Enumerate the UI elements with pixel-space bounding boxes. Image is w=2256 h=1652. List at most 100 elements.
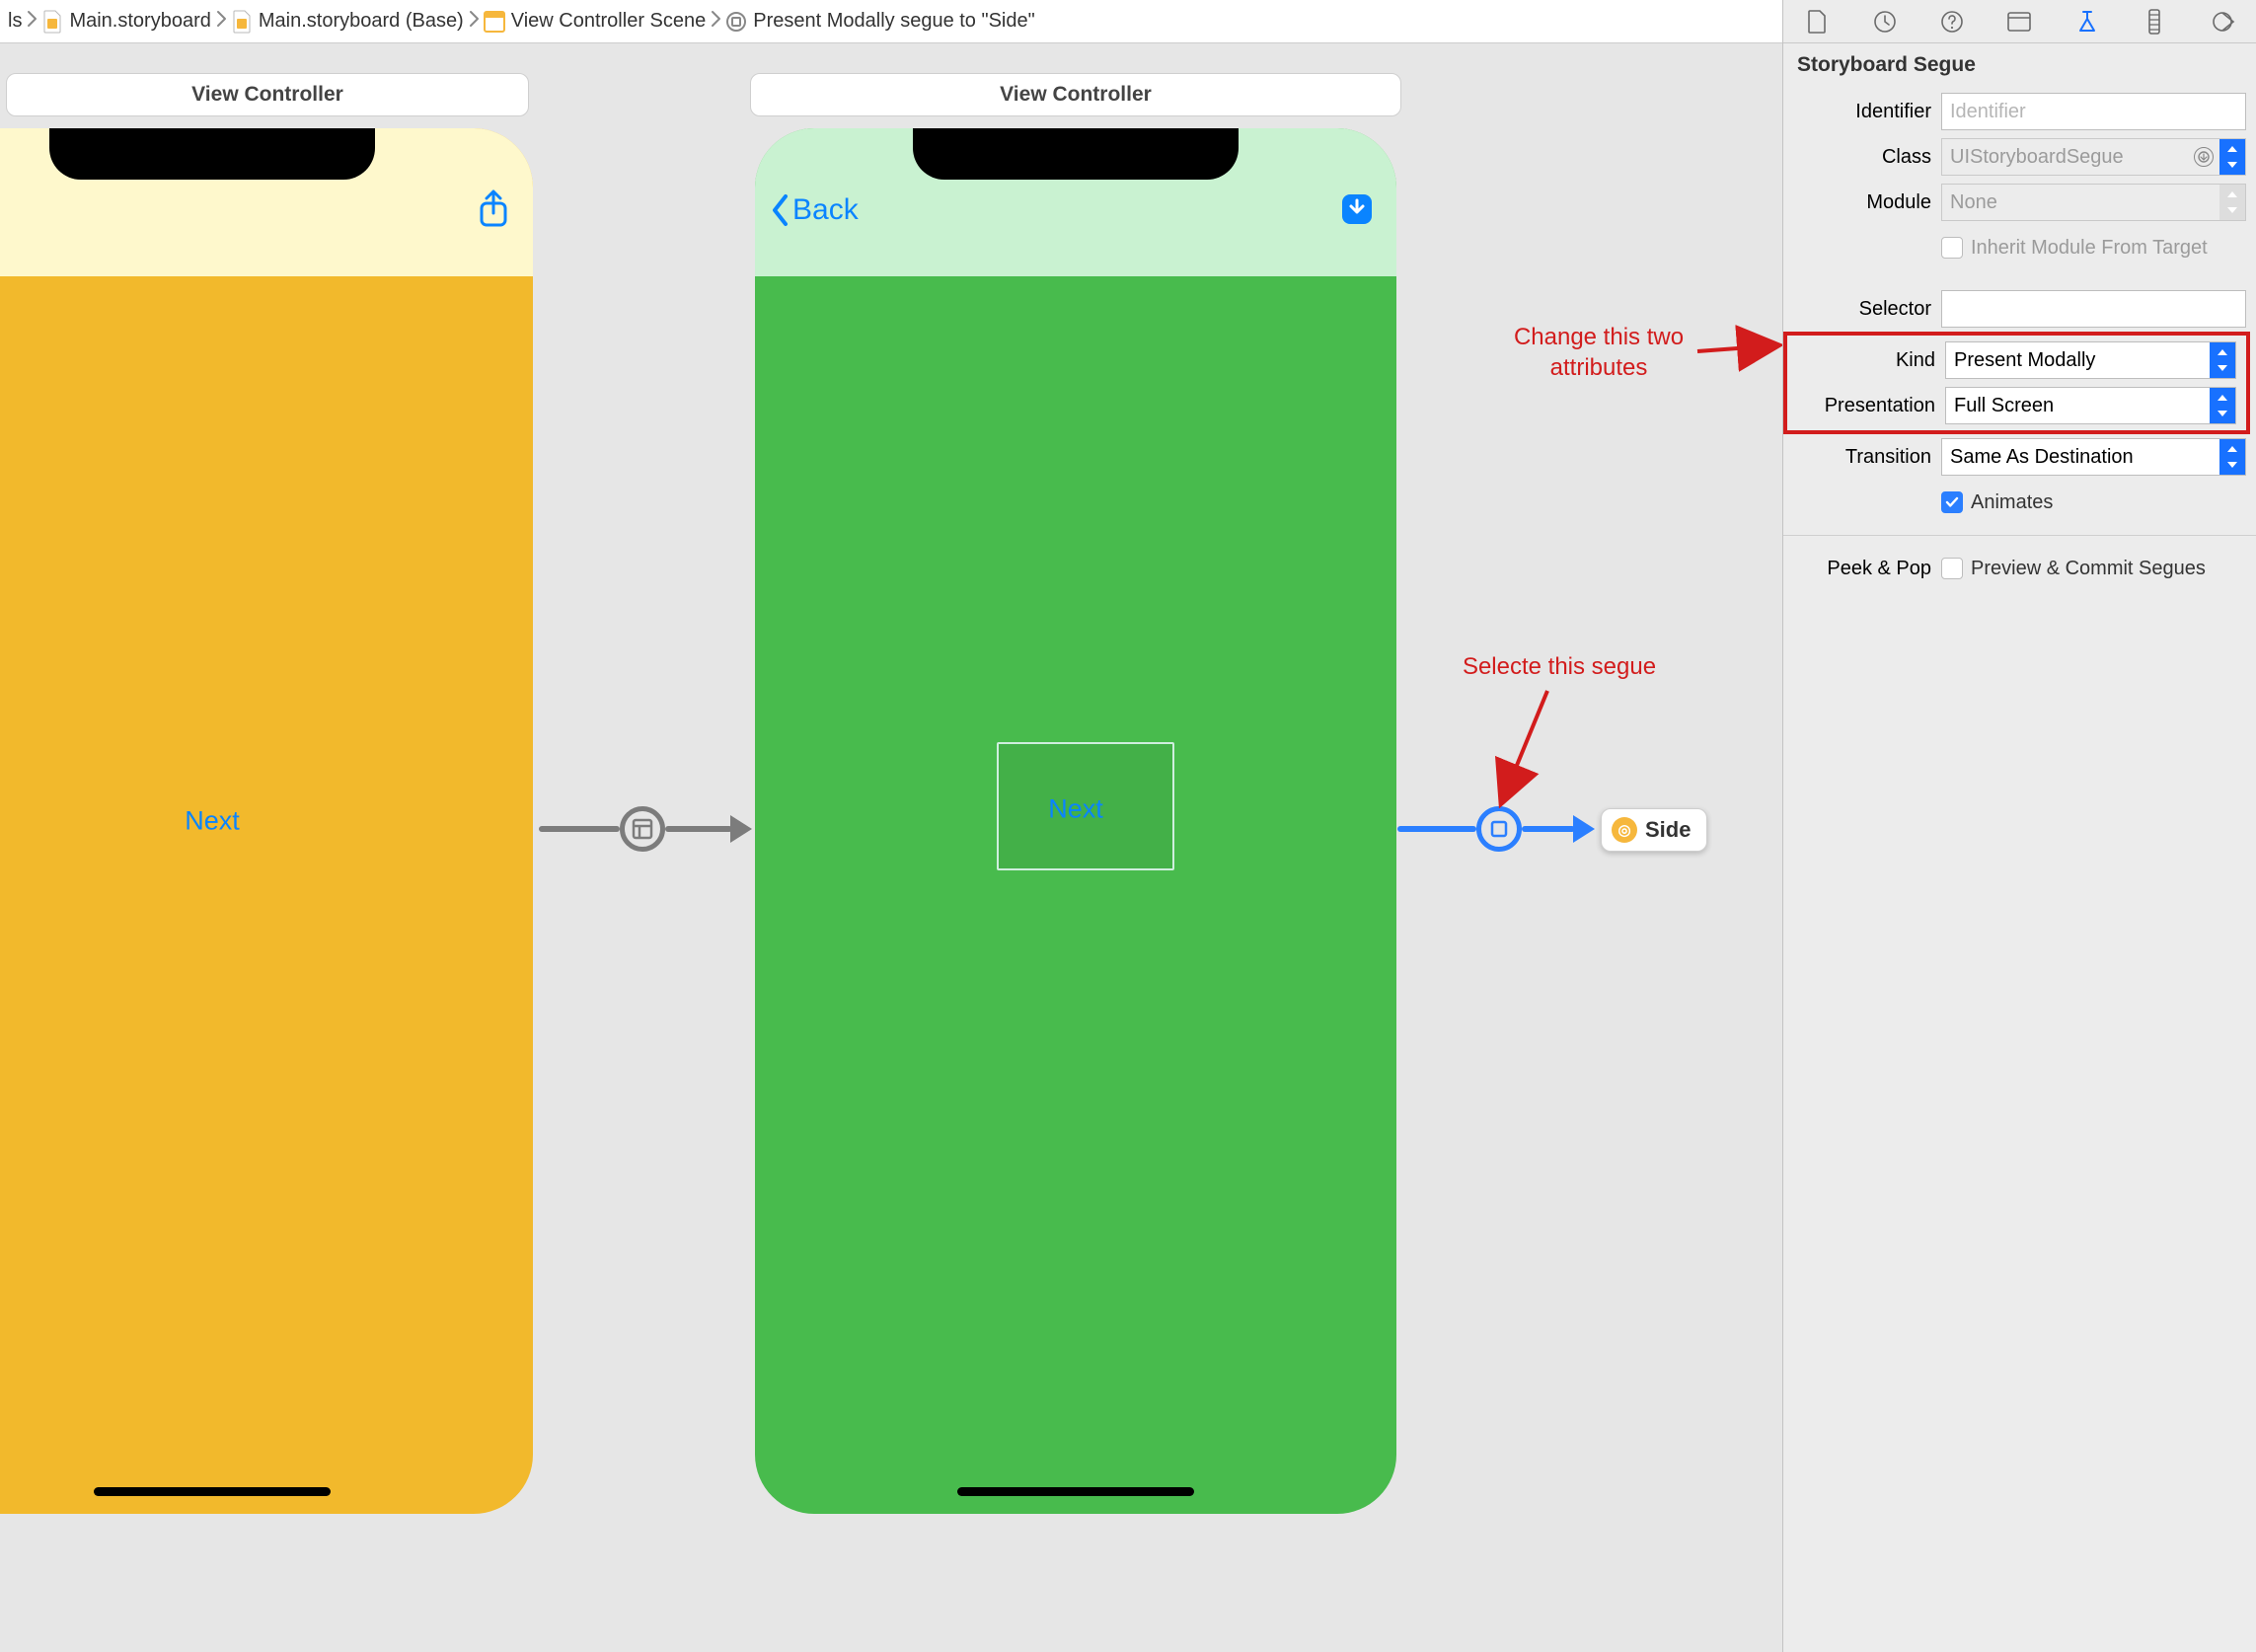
presentation-label: Presentation [1787,395,1935,417]
inherit-checkbox[interactable] [1941,237,1963,259]
side-storyboard-reference[interactable]: ◎ Side [1601,808,1707,852]
identity-inspector-tab[interactable] [2005,8,2033,36]
class-label: Class [1783,146,1931,169]
chevron-right-icon [468,10,480,34]
chevron-right-icon [215,10,227,34]
segue-2-line-right[interactable] [1522,826,1595,832]
inherit-row: Inherit Module From Target [1783,225,2256,270]
phone-2[interactable]: Back Next [755,128,1396,1514]
crumb-1[interactable]: Main.storyboard [41,10,210,33]
module-row: Module None [1783,180,2256,225]
notch-icon [913,128,1239,180]
notch-icon [49,128,375,180]
size-inspector-tab[interactable] [2141,8,2168,36]
file-inspector-tab[interactable] [1803,8,1831,36]
section-title: Storyboard Segue [1783,43,2256,89]
identifier-label: Identifier [1783,101,1931,123]
back-button[interactable]: Back [771,193,859,227]
next-button-2[interactable]: Next [1048,794,1103,825]
home-indicator [94,1487,331,1496]
storyboard-file-icon [231,11,253,33]
transition-value: Same As Destination [1950,446,2134,469]
transition-row: Transition Same As Destination [1783,434,2256,480]
class-value: UIStoryboardSegue [1950,146,2124,169]
stepper-icon [2219,139,2245,175]
canvas-area[interactable]: View Controller Next View Controller Bac… [0,43,1782,1652]
segue-1-line-right [665,826,752,832]
presentation-row: Presentation Full Screen [1787,383,2246,428]
segue-icon [725,11,747,33]
home-indicator [957,1487,1194,1496]
attributes-inspector-tab[interactable] [2073,8,2101,36]
presentation-value: Full Screen [1954,395,2054,417]
storyboard-file-icon [41,11,63,33]
class-row: Class UIStoryboardSegue [1783,134,2256,180]
crumb-label: View Controller Scene [511,10,707,33]
scene1-title-label: View Controller [191,83,343,107]
annotation-arrow-1 [1697,334,1782,361]
peekpop-label: Peek & Pop [1783,558,1931,580]
segue-1-line-left [539,826,620,832]
breadcrumb[interactable]: ls Main.storyboard Main.storyboard (Base… [0,10,1949,34]
class-clear-button[interactable] [2194,147,2214,167]
identifier-input[interactable] [1941,93,2246,130]
inherit-label: Inherit Module From Target [1971,237,2208,260]
connections-inspector-tab[interactable] [2209,8,2236,36]
help-inspector-tab[interactable] [1938,8,1966,36]
reference-icon: ◎ [1612,817,1637,843]
scene2-title-label: View Controller [1000,83,1152,107]
peekpop-text: Preview & Commit Segues [1971,558,2206,580]
next-button-1-label: Next [185,806,240,836]
download-icon[interactable] [1337,189,1377,229]
stepper-icon [2219,439,2245,475]
kind-label: Kind [1787,349,1935,372]
crumb-4[interactable]: Present Modally segue to "Side" [725,10,1034,33]
inspector-body: Storyboard Segue Identifier Class UIStor… [1783,43,2256,591]
class-select[interactable]: UIStoryboardSegue [1941,138,2246,176]
separator [1783,535,2256,536]
annotation-arrow-2 [1488,685,1567,813]
module-value: None [1950,191,1997,214]
phone-1[interactable]: Next [0,128,533,1514]
scene1-title-bar[interactable]: View Controller [6,73,529,116]
kind-select[interactable]: Present Modally [1945,341,2236,379]
chevron-right-icon [710,10,721,34]
next-button-2-label: Next [1048,794,1103,824]
selector-row: Selector [1783,286,2256,332]
module-label: Module [1783,191,1931,214]
crumb-label: Present Modally segue to "Side" [753,10,1034,33]
inspector-panel: Storyboard Segue Identifier Class UIStor… [1782,0,2256,1652]
selector-input[interactable] [1941,290,2246,328]
animates-checkbox[interactable] [1941,491,1963,513]
stepper-icon [2210,342,2235,378]
crumb-0[interactable]: ls [8,10,22,33]
crumb-label: Main.storyboard (Base) [259,10,464,33]
presentation-select[interactable]: Full Screen [1945,387,2236,424]
module-select[interactable]: None [1941,184,2246,221]
kind-value: Present Modally [1954,349,2095,372]
peekpop-checkbox[interactable] [1941,558,1963,579]
identifier-row: Identifier [1783,89,2256,134]
side-ref-label: Side [1645,817,1691,843]
stepper-icon [2210,388,2235,423]
animates-row: Animates [1783,480,2256,525]
chevron-right-icon [26,10,38,34]
scene2-title-bar[interactable]: View Controller [750,73,1401,116]
crumb-label: ls [8,10,22,33]
next-button-1[interactable]: Next [185,806,240,837]
share-icon[interactable] [474,189,513,229]
inspector-tabs [1783,0,2256,43]
crumb-2[interactable]: Main.storyboard (Base) [231,10,464,33]
highlight-box: Kind Present Modally Presentation Full S… [1783,332,2250,434]
stepper-icon [2219,185,2245,220]
transition-select[interactable]: Same As Destination [1941,438,2246,476]
peekpop-row: Peek & Pop Preview & Commit Segues [1783,546,2256,591]
segue-1-node[interactable] [620,806,665,852]
history-inspector-tab[interactable] [1871,8,1899,36]
annotation-select-segue: Selecte this segue [1421,651,1697,682]
animates-label: Animates [1971,491,2053,514]
crumb-3[interactable]: View Controller Scene [484,10,707,33]
selector-label: Selector [1783,298,1931,321]
segue-2-line-left[interactable] [1397,826,1476,832]
transition-label: Transition [1783,446,1931,469]
